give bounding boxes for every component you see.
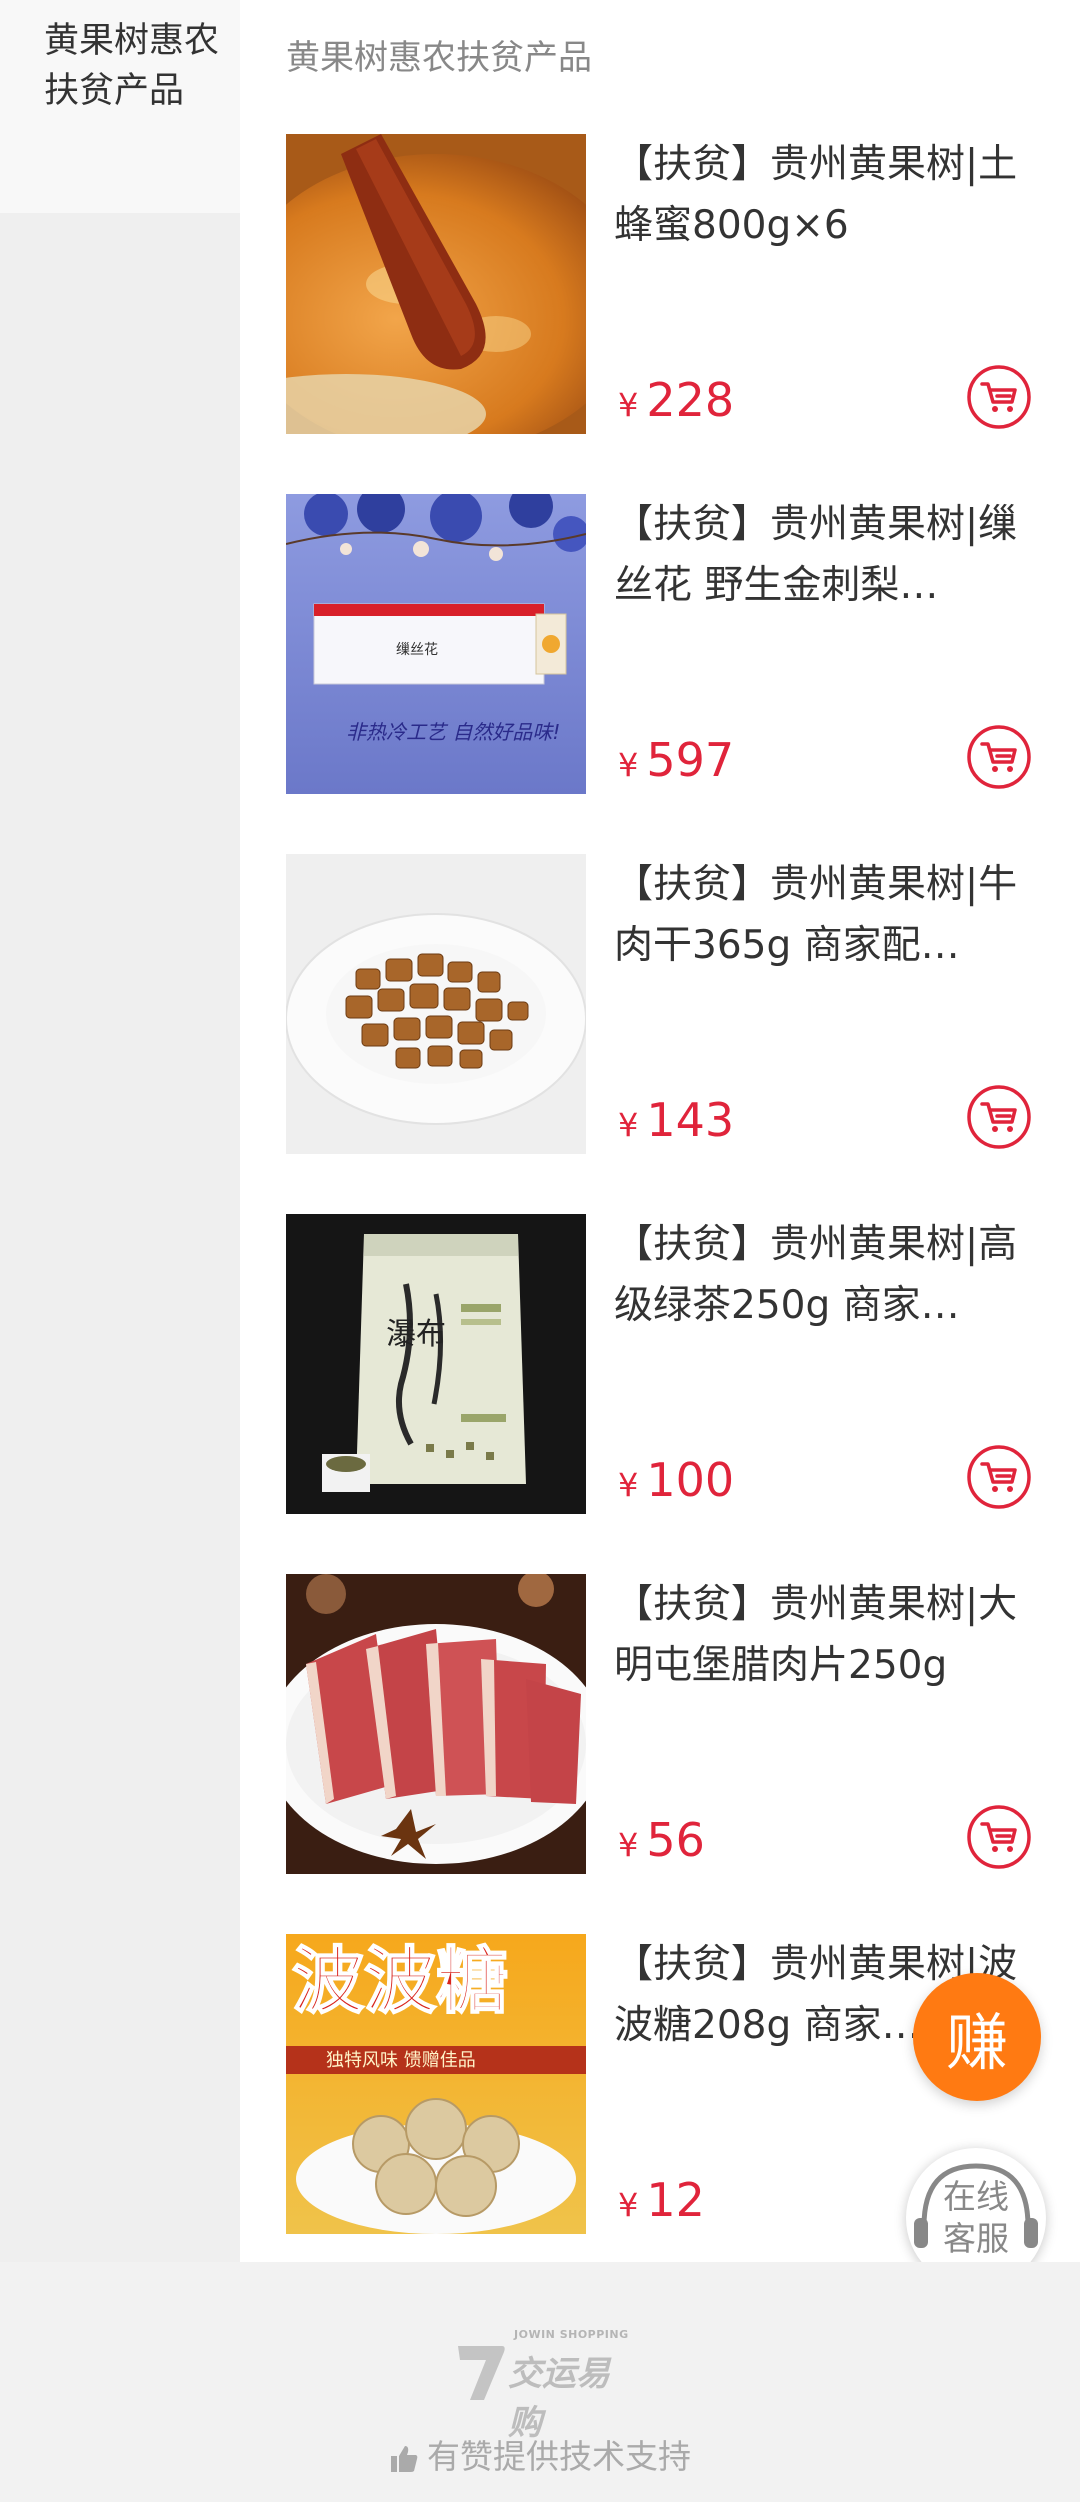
currency-symbol: ¥ bbox=[618, 1106, 639, 1144]
product-image-gift-box[interactable]: 缫丝花 非热冷工艺 自然好品味! bbox=[286, 494, 586, 794]
cart-icon bbox=[967, 725, 1031, 789]
svg-text:瀑布: 瀑布 bbox=[386, 1317, 446, 1352]
currency-symbol: ¥ bbox=[618, 386, 639, 424]
svg-text:波波糖: 波波糖 bbox=[292, 1939, 508, 2023]
product-price: ¥12 bbox=[618, 2172, 705, 2239]
add-to-cart-button[interactable] bbox=[966, 364, 1032, 430]
cart-icon bbox=[967, 1805, 1031, 1869]
product-card[interactable]: 缫丝花 非热冷工艺 自然好品味! 【扶贫】贵州黄果树|缫丝花 野生金刺梨… ¥5… bbox=[286, 494, 1080, 794]
currency-symbol: ¥ bbox=[618, 1826, 639, 1864]
jowin-shopping-logo: JOWIN SHOPPING 交运易购 bbox=[450, 2328, 630, 2443]
product-price: ¥56 bbox=[618, 1812, 705, 1879]
product-card[interactable]: 【扶贫】贵州黄果树|牛肉干365g 商家配… ¥143 bbox=[286, 854, 1080, 1154]
product-image-honey[interactable] bbox=[286, 134, 586, 434]
price-value: 228 bbox=[646, 373, 735, 427]
product-name[interactable]: 【扶贫】贵州黄果树|高级绿茶250g 商家… bbox=[614, 1214, 1034, 1336]
price-value: 56 bbox=[646, 1813, 705, 1867]
sidebar-item-label: 黄果树惠农扶贫产品 bbox=[44, 21, 220, 111]
footer: JOWIN SHOPPING 交运易购 有赞提供技术支持 bbox=[0, 2262, 1080, 2502]
product-card[interactable]: 瀑布 【扶贫】贵州黄果树|高级绿茶250g 商家… ¥100 bbox=[286, 1214, 1080, 1514]
product-name[interactable]: 【扶贫】贵州黄果树|牛肉干365g 商家配… bbox=[614, 854, 1034, 976]
product-list: 黄果树惠农扶贫产品 【扶贫】贵州黄果树|土蜂蜜800g×6 ¥ 228 缫丝花 … bbox=[240, 0, 1080, 2262]
product-price: ¥100 bbox=[618, 1452, 734, 1519]
category-sidebar: 黄果树惠农扶贫产品 bbox=[0, 0, 240, 2262]
svg-text:非热冷工艺 自然好品味!: 非热冷工艺 自然好品味! bbox=[346, 720, 560, 744]
price-value: 100 bbox=[646, 1453, 735, 1507]
product-name[interactable]: 【扶贫】贵州黄果树|土蜂蜜800g×6 bbox=[614, 134, 1034, 256]
cart-icon bbox=[967, 1445, 1031, 1509]
svg-text:缫丝花: 缫丝花 bbox=[396, 642, 438, 658]
product-price: ¥597 bbox=[618, 732, 734, 799]
product-name[interactable]: 【扶贫】贵州黄果树|大明屯堡腊肉片250g bbox=[614, 1574, 1034, 1696]
currency-symbol: ¥ bbox=[618, 746, 639, 784]
earn-button[interactable]: 赚 bbox=[913, 1973, 1041, 2101]
section-title: 黄果树惠农扶贫产品 bbox=[286, 38, 592, 78]
thumbs-up-icon bbox=[391, 2446, 418, 2472]
currency-symbol: ¥ bbox=[618, 1466, 639, 1504]
product-name[interactable]: 【扶贫】贵州黄果树|缫丝花 野生金刺梨… bbox=[614, 494, 1034, 616]
price-value: 143 bbox=[646, 1093, 735, 1147]
product-image-tea-bag[interactable]: 瀑布 bbox=[286, 1214, 586, 1514]
product-image-bobo-candy[interactable]: 波波糖 独特风味 馈赠佳品 bbox=[286, 1934, 586, 2234]
product-image-beef-jerky[interactable] bbox=[286, 854, 586, 1154]
price-value: 12 bbox=[646, 2173, 705, 2227]
cart-icon bbox=[967, 365, 1031, 429]
add-to-cart-button[interactable] bbox=[966, 1804, 1032, 1870]
product-price: ¥228 bbox=[618, 372, 734, 439]
add-to-cart-button[interactable] bbox=[966, 1084, 1032, 1150]
product-price: ¥143 bbox=[618, 1092, 734, 1159]
logo-mark-icon bbox=[458, 2346, 505, 2400]
sidebar-item-huangguoshu[interactable]: 黄果树惠农扶贫产品 bbox=[0, 0, 240, 213]
svg-text:独特风味 馈赠佳品: 独特风味 馈赠佳品 bbox=[326, 2050, 476, 2071]
price-value: 597 bbox=[646, 733, 735, 787]
product-card[interactable]: 【扶贫】贵州黄果树|大明屯堡腊肉片250g ¥56 bbox=[286, 1574, 1080, 1874]
cart-icon bbox=[967, 1085, 1031, 1149]
currency-symbol: ¥ bbox=[618, 2186, 639, 2224]
product-card[interactable]: 【扶贫】贵州黄果树|土蜂蜜800g×6 ¥228 bbox=[286, 134, 1080, 434]
add-to-cart-button[interactable] bbox=[966, 1444, 1032, 1510]
tech-support-text: 有赞提供技术支持 bbox=[0, 2432, 1080, 2482]
add-to-cart-button[interactable] bbox=[966, 724, 1032, 790]
product-image-cured-pork[interactable] bbox=[286, 1574, 586, 1874]
